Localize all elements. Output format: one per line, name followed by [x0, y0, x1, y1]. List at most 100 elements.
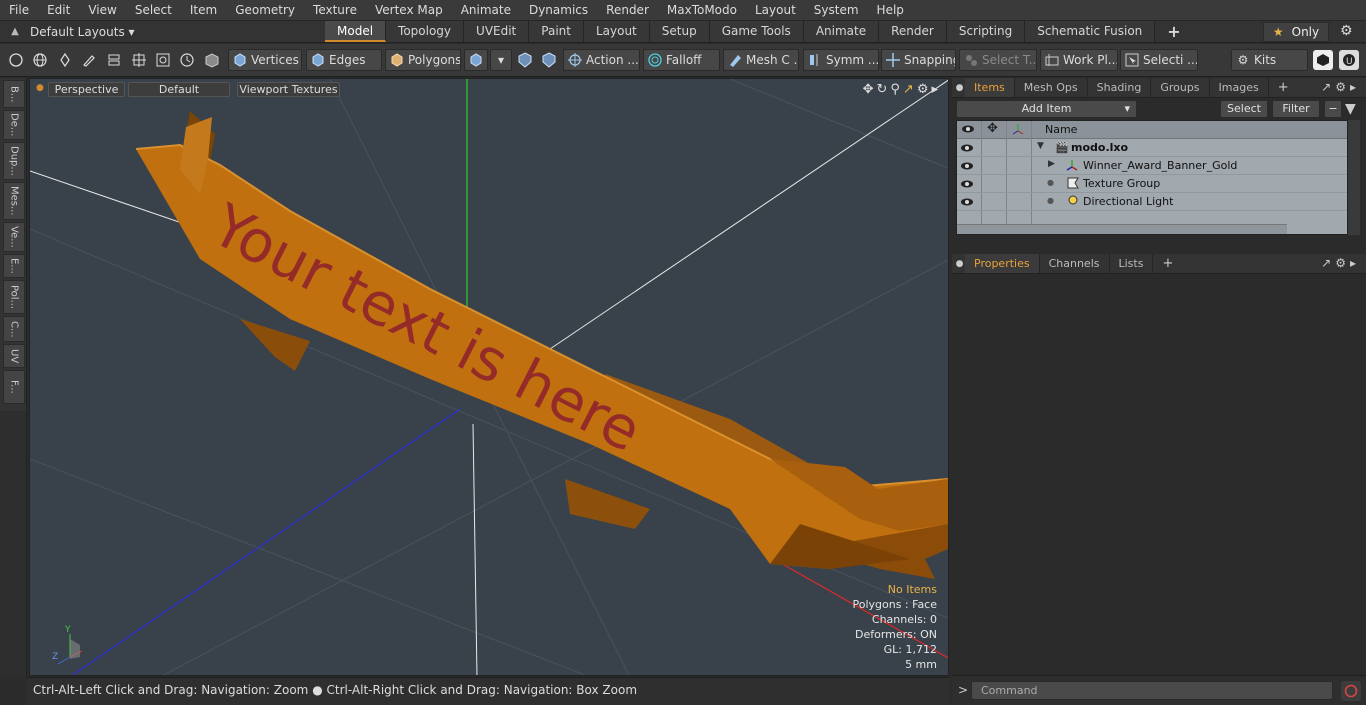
tab-render[interactable]: Render — [879, 21, 947, 42]
action-center-button[interactable]: Action ... — [563, 49, 640, 71]
command-input[interactable]: Command — [971, 681, 1333, 700]
mesh-constraint-button[interactable]: Mesh C ... — [723, 49, 799, 71]
expand-arrow-icon[interactable]: ▼ — [1037, 141, 1044, 151]
banner-model[interactable] — [135, 111, 948, 579]
zoom-view-icon[interactable]: ⚲ — [890, 82, 900, 97]
textures-dropdown[interactable]: Viewport Textures — [237, 82, 340, 97]
view-mode-dropdown[interactable]: Perspective — [48, 82, 125, 97]
tab-game-tools[interactable]: Game Tools — [709, 21, 804, 42]
tab-setup[interactable]: Setup — [649, 21, 710, 42]
viewport-dot-icon[interactable]: ● — [36, 83, 44, 93]
3d-viewport[interactable]: Your text is here Y Z ● Perspective Defa… — [29, 78, 949, 676]
menu-select[interactable]: Select — [126, 0, 181, 21]
gear-icon[interactable]: ⚙ — [1340, 23, 1353, 39]
add-properties-tab-icon[interactable]: + — [1153, 254, 1182, 273]
items-horizontal-scrollbar[interactable] — [957, 224, 1287, 234]
add-item-dropdown[interactable]: Add Item ▾ — [956, 100, 1137, 118]
left-tab-vertex[interactable]: Ve... — [3, 222, 25, 252]
menu-edit[interactable]: Edit — [38, 0, 79, 21]
tab-topology[interactable]: Topology — [386, 21, 465, 42]
left-tab-uv[interactable]: UV — [3, 344, 25, 368]
menu-view[interactable]: View — [79, 0, 125, 21]
menu-item[interactable]: Item — [181, 0, 226, 21]
tab-layout[interactable]: Layout — [583, 21, 650, 42]
left-tab-duplicate[interactable]: Dup... — [3, 142, 25, 180]
visibility-eye-icon[interactable] — [960, 195, 974, 209]
tab-items[interactable]: Items — [965, 78, 1015, 97]
tab-schematic-fusion[interactable]: Schematic Fusion — [1025, 21, 1156, 42]
symmetry-shield-icon[interactable] — [515, 50, 535, 70]
menu-render[interactable]: Render — [597, 0, 658, 21]
rotate-view-icon[interactable]: ↻ — [876, 82, 887, 97]
filter-button[interactable]: Filter — [1272, 100, 1320, 118]
tab-shading[interactable]: Shading — [1088, 78, 1152, 97]
left-tab-polygon[interactable]: Pol... — [3, 280, 25, 314]
tab-model[interactable]: Model — [325, 21, 387, 42]
tab-animate[interactable]: Animate — [803, 21, 880, 42]
item-mode-icon[interactable] — [202, 50, 222, 70]
viewport-menu-icon[interactable]: ▸ — [931, 82, 938, 97]
left-tab-basic[interactable]: B... — [3, 80, 25, 108]
shading-dropdown[interactable]: Default — [128, 82, 230, 97]
menu-system[interactable]: System — [805, 0, 868, 21]
move-view-icon[interactable]: ✥ — [863, 82, 874, 97]
menu-geometry[interactable]: Geometry — [226, 0, 304, 21]
menu-layout[interactable]: Layout — [746, 0, 805, 21]
menu-texture[interactable]: Texture — [304, 0, 366, 21]
workplane-button[interactable]: Work Pl... — [1040, 49, 1118, 71]
left-tab-fusion[interactable]: F... — [3, 370, 25, 404]
visibility-eye-icon[interactable] — [960, 177, 974, 191]
filter-funnel-icon[interactable]: ▼ — [1345, 101, 1356, 117]
tree-row-modo-lxo[interactable]: ▼ 🎬 modo.lxo — [957, 139, 1347, 157]
globe-icon[interactable] — [30, 50, 50, 70]
add-tab-icon[interactable]: + — [1155, 21, 1192, 42]
tree-row-texture-group[interactable]: ● Texture Group — [957, 175, 1347, 193]
tab-properties[interactable]: Properties — [965, 254, 1040, 273]
menu-file[interactable]: File — [0, 0, 38, 21]
properties-corner-icons[interactable]: ↗⚙▸ — [1321, 256, 1360, 270]
visibility-eye-icon[interactable] — [960, 159, 974, 173]
menu-vertex-map[interactable]: Vertex Map — [366, 0, 452, 21]
edges-button[interactable]: Edges — [306, 49, 382, 71]
clock-icon[interactable] — [177, 50, 197, 70]
unity-icon[interactable] — [1313, 50, 1333, 70]
viewport-scene[interactable]: Your text is here Y Z — [30, 79, 949, 676]
left-tab-deform[interactable]: De... — [3, 110, 25, 140]
left-tab-edge[interactable]: E... — [3, 254, 25, 278]
menu-dynamics[interactable]: Dynamics — [520, 0, 597, 21]
kits-button[interactable]: ⚙ Kits — [1231, 49, 1308, 71]
tab-lists[interactable]: Lists — [1110, 254, 1154, 273]
falloff-button[interactable]: Falloff — [643, 49, 720, 71]
snapping-button[interactable]: Snapping — [881, 49, 956, 71]
tab-groups[interactable]: Groups — [1151, 78, 1210, 97]
pen-tool-icon[interactable] — [55, 50, 75, 70]
menu-maxtomodo[interactable]: MaxToModo — [658, 0, 746, 21]
tab-channels[interactable]: Channels — [1040, 254, 1110, 273]
add-panel-tab-icon[interactable]: + — [1269, 78, 1298, 97]
menu-help[interactable]: Help — [868, 0, 913, 21]
select-button[interactable]: Select — [1220, 100, 1268, 118]
frame-icon[interactable] — [153, 50, 173, 70]
visibility-eye-icon[interactable] — [960, 141, 974, 155]
menu-animate[interactable]: Animate — [452, 0, 520, 21]
tab-scripting[interactable]: Scripting — [946, 21, 1026, 42]
left-tab-mesh-edit[interactable]: Mes... — [3, 182, 25, 220]
collapse-icon[interactable]: − — [1324, 100, 1342, 118]
transform-icon[interactable] — [129, 50, 149, 70]
vertices-button[interactable]: Vertices — [228, 49, 302, 71]
align-icon[interactable] — [104, 50, 124, 70]
tree-row-directional-light[interactable]: ● Directional Light — [957, 193, 1347, 211]
unreal-icon[interactable]: U — [1339, 50, 1359, 70]
left-tab-curve[interactable]: C... — [3, 316, 25, 342]
tab-images[interactable]: Images — [1210, 78, 1269, 97]
panel-corner-icons[interactable]: ↗⚙▸ — [1321, 80, 1360, 94]
select-through-button[interactable]: Select T... — [959, 49, 1037, 71]
symmetry-button[interactable]: Symm ... — [803, 49, 879, 71]
brush-icon[interactable] — [79, 50, 99, 70]
record-macro-button[interactable] — [1341, 681, 1361, 701]
selection-dropdown[interactable]: ▾ — [490, 49, 512, 71]
tree-row-banner-mesh[interactable]: ▶ Winner_Award_Banner_Gold — [957, 157, 1347, 175]
tab-uvedit[interactable]: UVEdit — [464, 21, 530, 42]
tab-mesh-ops[interactable]: Mesh Ops — [1015, 78, 1088, 97]
shield-icon[interactable] — [539, 50, 559, 70]
